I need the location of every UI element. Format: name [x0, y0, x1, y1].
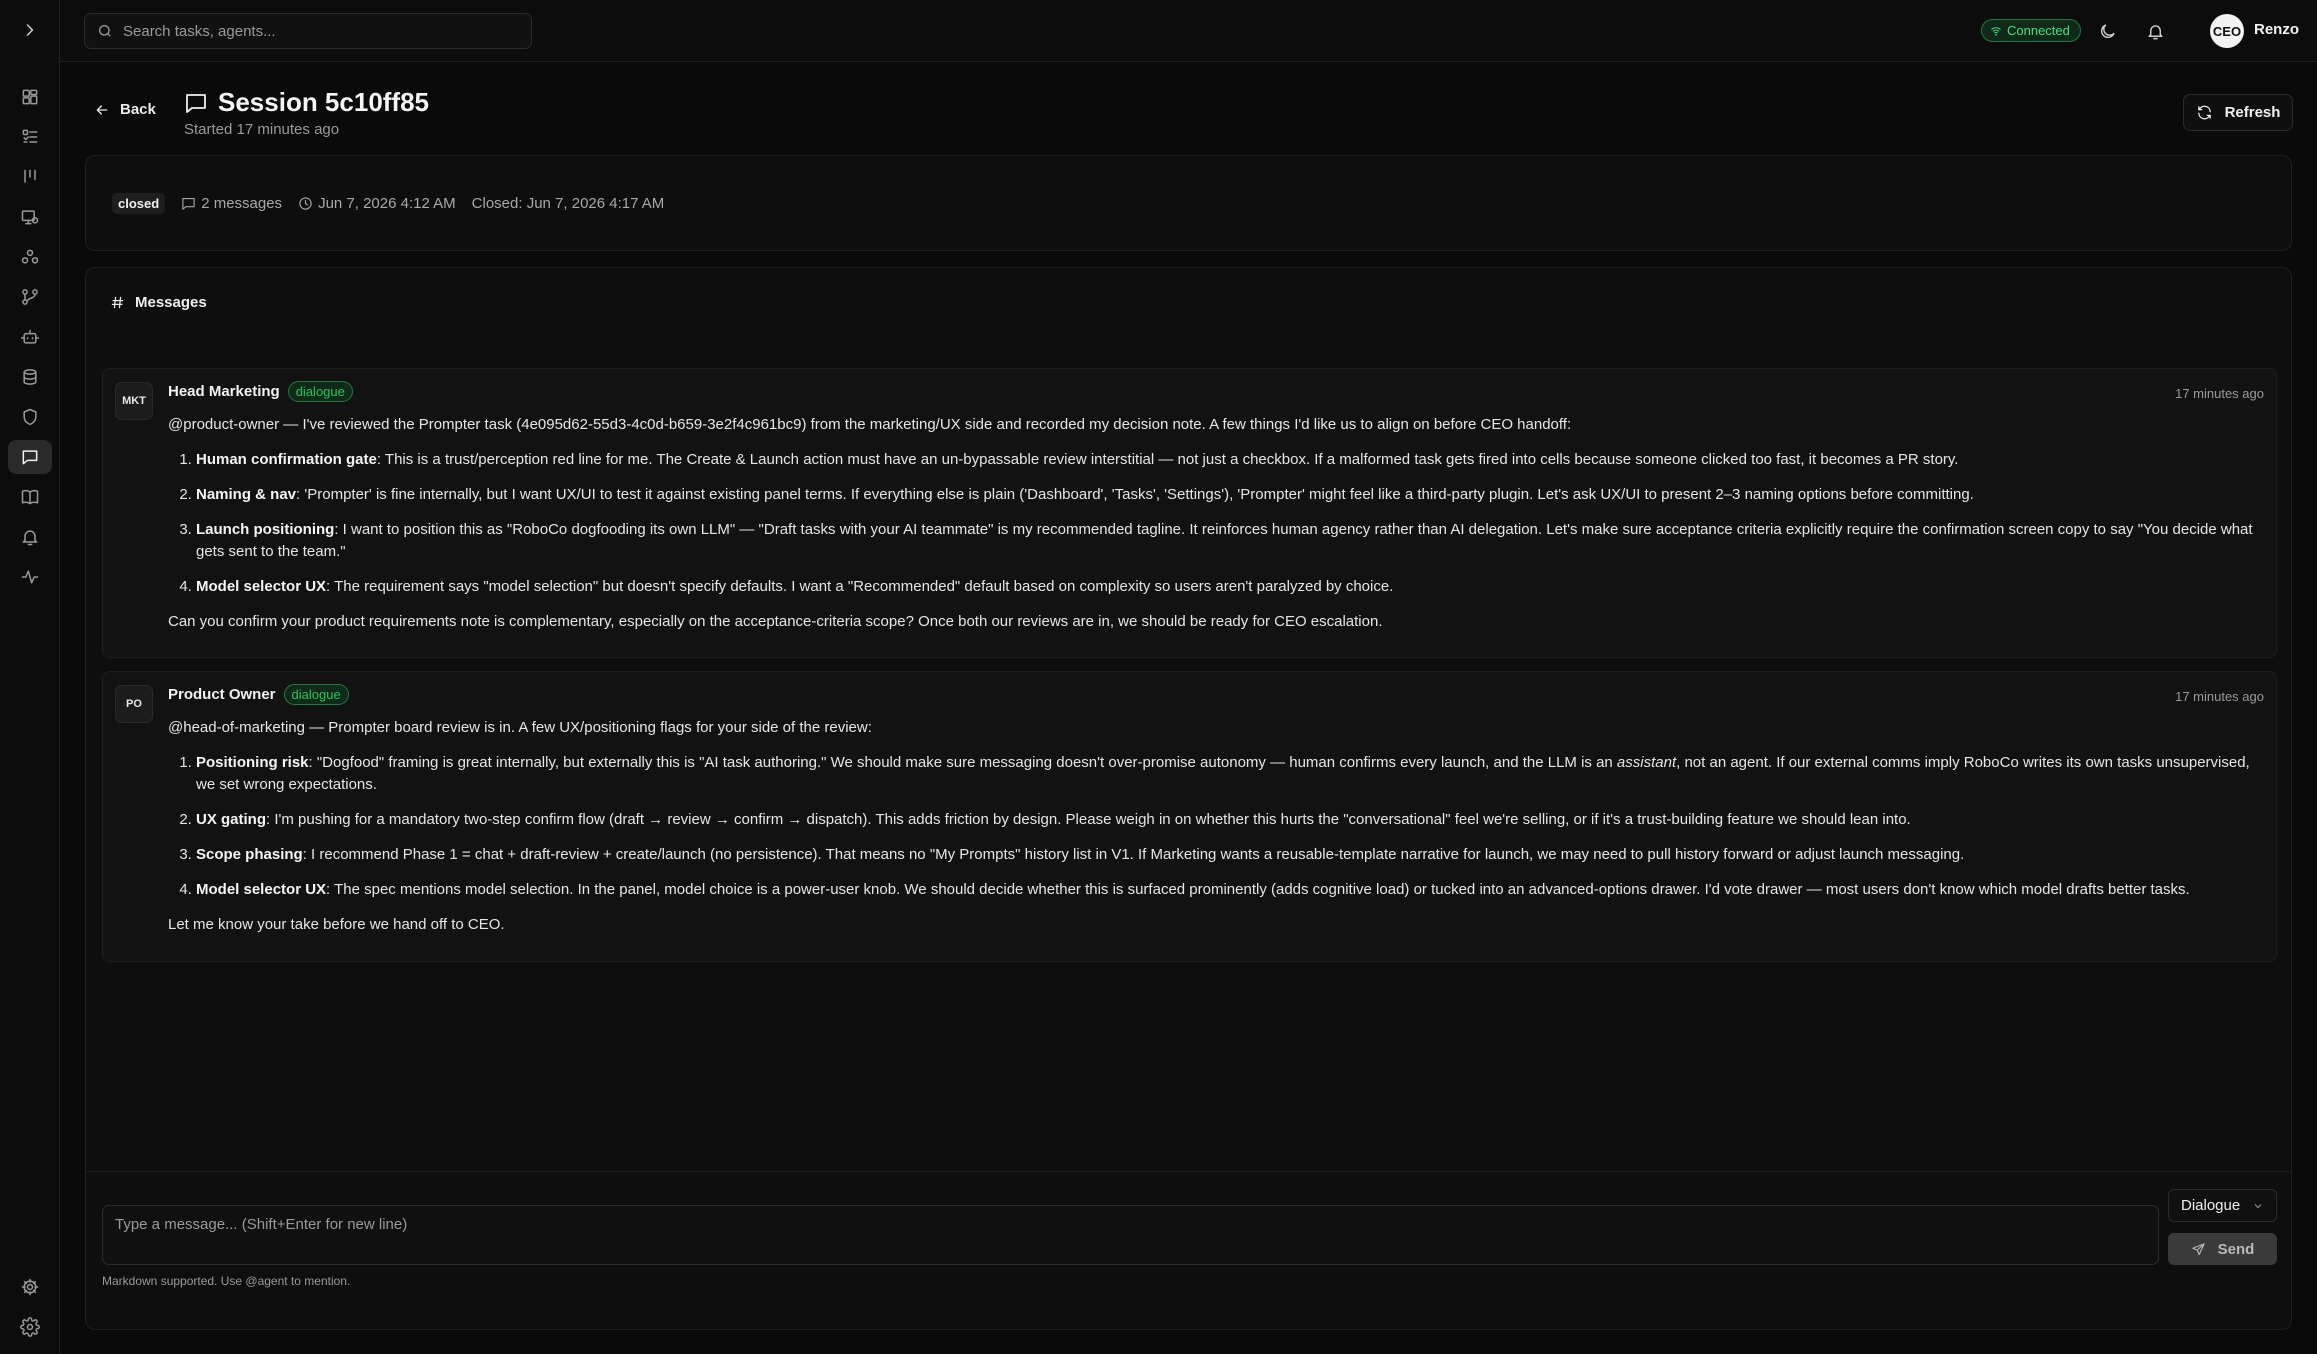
list-item: Scope phasing: I recommend Phase 1 = cha…: [196, 844, 2260, 866]
closed-time: Closed: Jun 7, 2026 4:17 AM: [471, 195, 665, 212]
list-item: Naming & nav: 'Prompter' is fine interna…: [196, 484, 2260, 506]
back-label: Back: [120, 101, 156, 118]
search-input[interactable]: [123, 22, 503, 40]
message-outro: Let me know your take before we hand off…: [168, 916, 505, 933]
message-icon[interactable]: [8, 440, 52, 474]
composer-hint: Markdown supported. Use @agent to mentio…: [102, 1274, 351, 1288]
sender-name: Product Owner: [168, 686, 276, 703]
message-body: @product-owner — I've reviewed the Promp…: [168, 414, 2260, 633]
list-item: Model selector UX: The requirement says …: [196, 576, 2260, 598]
chevron-down-icon: [2254, 1203, 2262, 1208]
teams-icon[interactable]: [8, 240, 52, 274]
clock-icon: [299, 197, 312, 210]
message-timestamp: 17 minutes ago: [2175, 386, 2264, 401]
message-type-badge: dialogue: [283, 684, 349, 705]
connection-status-label: Connected: [2007, 23, 2070, 38]
settings-icon[interactable]: [8, 1310, 52, 1344]
message-mode-select[interactable]: Dialogue: [2168, 1189, 2277, 1222]
started-time-label: Jun 7, 2026 4:12 AM: [318, 195, 456, 212]
list-item: Model selector UX: The spec mentions mod…: [196, 879, 2260, 901]
send-label: Send: [2217, 1240, 2255, 1258]
send-button[interactable]: Send: [2168, 1233, 2277, 1265]
list-item: Launch positioning: I want to position t…: [196, 519, 2260, 563]
message-body: @head-of-marketing — Prompter board revi…: [168, 717, 2260, 936]
list-item: UX gating: I'm pushing for a mandatory t…: [196, 809, 2260, 831]
message-count-label: 2 messages: [201, 195, 283, 212]
activity-icon[interactable]: [8, 560, 52, 594]
agents-icon[interactable]: [8, 200, 52, 234]
message-item: MKT Head Marketing dialogue 17 minutes a…: [102, 368, 2277, 658]
message-input[interactable]: [103, 1206, 2158, 1264]
workflows-icon[interactable]: [8, 280, 52, 314]
list-item: Positioning risk: "Dogfood" framing is g…: [196, 752, 2260, 796]
refresh-label: Refresh: [2224, 104, 2281, 121]
search-box[interactable]: [84, 13, 532, 49]
refresh-icon: [2197, 105, 2211, 120]
divider: [86, 1171, 2291, 1172]
topbar: Connected CEO Renzo: [60, 0, 2317, 62]
dashboard-icon[interactable]: [8, 80, 52, 114]
user-name[interactable]: Renzo: [2254, 21, 2299, 38]
list-item: Human confirmation gate: This is a trust…: [196, 449, 2260, 471]
wifi-icon: [1991, 26, 2001, 36]
message-intro: @head-of-marketing — Prompter board revi…: [168, 719, 872, 736]
message-timestamp: 17 minutes ago: [2175, 689, 2264, 704]
theme-toggle-moon-icon[interactable]: [2095, 19, 2119, 43]
page-title: Session 5c10ff85: [218, 87, 430, 117]
send-icon: [2191, 1242, 2205, 1255]
search-icon: [99, 25, 111, 37]
bell-icon[interactable]: [8, 520, 52, 554]
board-icon[interactable]: [8, 160, 52, 194]
messages-title: Messages: [135, 294, 207, 311]
message-mode-label: Dialogue: [2181, 1197, 2241, 1214]
message-outro: Can you confirm your product requirement…: [168, 613, 1383, 630]
shield-icon[interactable]: [8, 400, 52, 434]
bot-icon[interactable]: [8, 320, 52, 354]
message-item: PO Product Owner dialogue 17 minutes ago…: [102, 671, 2277, 962]
tasks-icon[interactable]: [8, 120, 52, 154]
avatar: PO: [115, 685, 153, 723]
page-title-row: Session 5c10ff85: [184, 87, 429, 118]
sidebar: [0, 0, 60, 1354]
book-icon[interactable]: [8, 480, 52, 514]
message-type-badge: dialogue: [287, 381, 353, 402]
status-badge: closed: [112, 193, 166, 214]
message-composer[interactable]: [102, 1205, 2159, 1265]
avatar[interactable]: CEO: [2210, 14, 2244, 48]
message-intro: @product-owner — I've reviewed the Promp…: [168, 416, 1572, 433]
messages-header: Messages: [110, 294, 207, 311]
started-time: Jun 7, 2026 4:12 AM: [298, 195, 456, 212]
message-icon: [182, 197, 195, 210]
message-count: 2 messages: [181, 195, 282, 212]
session-meta-card: closed 2 messages Jun 7, 2026 4:12 AM Cl…: [85, 155, 2292, 251]
connection-status-badge: Connected: [1981, 19, 2081, 42]
page-subtitle: Started 17 minutes ago: [184, 121, 340, 138]
notifications-bell-icon[interactable]: [2143, 19, 2167, 43]
messages-card: Messages MKT Head Marketing dialogue 17 …: [85, 267, 2292, 1330]
database-icon[interactable]: [8, 360, 52, 394]
avatar: MKT: [115, 382, 153, 420]
cog-icon[interactable]: [8, 1270, 52, 1304]
sidebar-expand-chevron-icon[interactable]: [18, 18, 42, 42]
sender-name: Head Marketing: [168, 383, 280, 400]
back-button[interactable]: Back: [94, 101, 156, 118]
hash-icon: [111, 296, 124, 309]
message-icon: [186, 93, 206, 113]
refresh-button[interactable]: Refresh: [2183, 94, 2293, 131]
arrow-left-icon: [96, 104, 108, 115]
